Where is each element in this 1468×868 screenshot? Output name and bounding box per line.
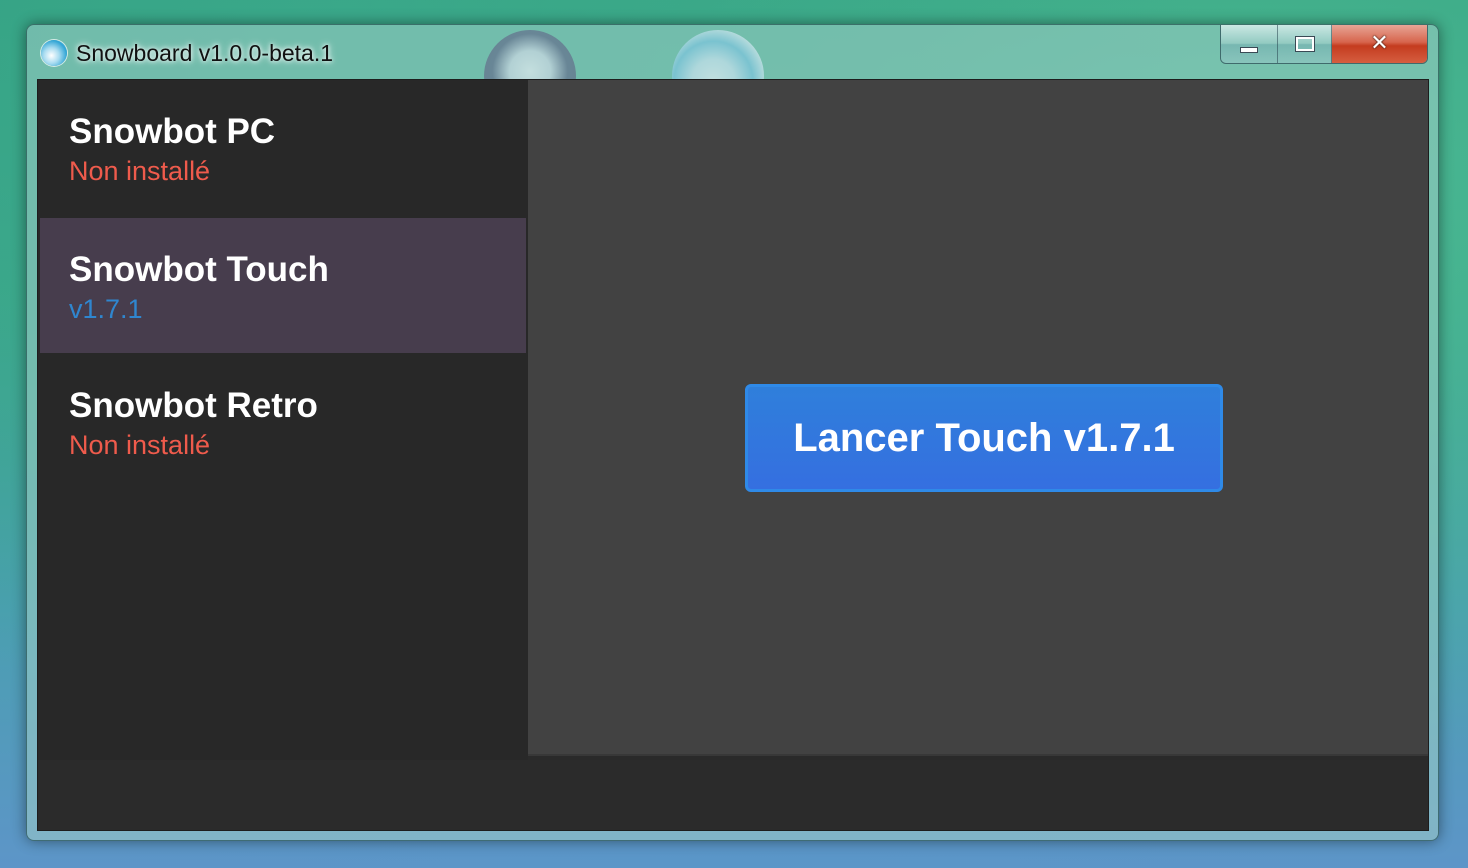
sidebar-item-snowbot-retro[interactable]: Snowbot Retro Non installé <box>40 353 526 488</box>
sidebar-item-snowbot-touch[interactable]: Snowbot Touch v1.7.1 <box>40 218 526 353</box>
footer-bar <box>38 760 1428 830</box>
game-sidebar: Snowbot PC Non installé Snowbot Touch v1… <box>38 80 528 760</box>
game-status: Non installé <box>69 156 211 186</box>
window-controls: ✕ <box>1220 25 1428 64</box>
minimize-button[interactable] <box>1221 25 1278 63</box>
maximize-icon <box>1294 36 1315 52</box>
sidebar-item-snowbot-pc[interactable]: Snowbot PC Non installé <box>40 80 526 215</box>
title-bar[interactable]: Snowboard v1.0.0-beta.1 ✕ <box>27 25 1438 81</box>
minimize-icon <box>1240 47 1258 53</box>
close-button[interactable]: ✕ <box>1332 25 1427 63</box>
maximize-button[interactable] <box>1278 25 1332 63</box>
game-name: Snowbot Touch <box>69 250 329 289</box>
game-version: v1.7.1 <box>69 294 143 324</box>
close-icon: ✕ <box>1370 31 1389 56</box>
app-window: Snowboard v1.0.0-beta.1 ✕ Snowbot PC Non… <box>26 24 1439 841</box>
window-title: Snowboard v1.0.0-beta.1 <box>76 40 334 66</box>
game-status: Non installé <box>69 430 211 460</box>
game-name: Snowbot PC <box>69 112 276 151</box>
main-panel: Lancer Touch v1.7.1 <box>528 80 1428 754</box>
divider <box>528 754 1428 756</box>
snowboard-app-icon[interactable] <box>41 40 67 66</box>
client-area: Snowbot PC Non installé Snowbot Touch v1… <box>37 79 1429 831</box>
game-name: Snowbot Retro <box>69 386 318 425</box>
launch-button[interactable]: Lancer Touch v1.7.1 <box>745 384 1223 492</box>
